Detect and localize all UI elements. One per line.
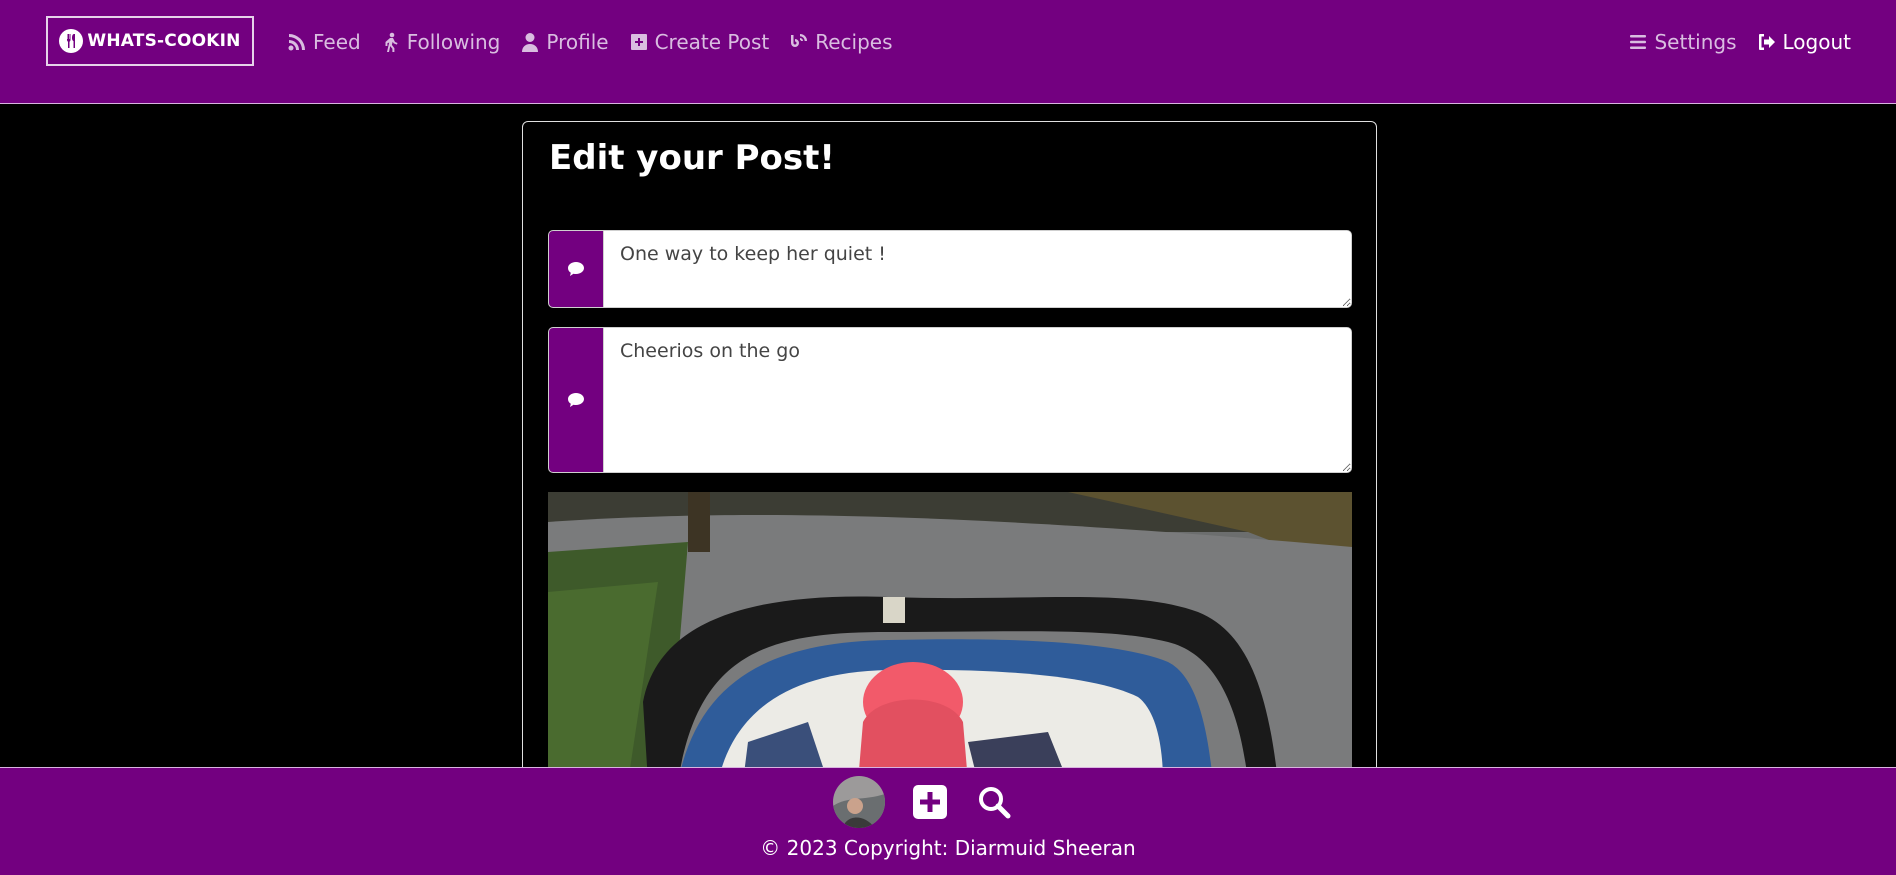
plus-square-icon: [913, 785, 947, 819]
plus-square-icon: [630, 34, 647, 50]
nav-settings-label: Settings: [1654, 30, 1737, 54]
post-body-group: [548, 327, 1352, 473]
post-body-input[interactable]: [604, 328, 1351, 472]
nav-recipes-label: Recipes: [815, 30, 893, 54]
post-title-input[interactable]: [604, 231, 1351, 307]
nav-create-post[interactable]: Create Post: [629, 30, 770, 54]
add-post-button[interactable]: [911, 783, 949, 821]
comment-icon: [568, 262, 584, 276]
walking-icon: [385, 32, 398, 52]
nav-right-group: Settings Logout: [1628, 30, 1851, 54]
edit-post-card: Edit your Post!: [522, 121, 1377, 782]
comment-icon: [568, 393, 584, 407]
nav-following[interactable]: Following: [381, 30, 501, 54]
page-title: Edit your Post!: [549, 138, 835, 178]
page-footer: © 2023 Copyright: Diarmuid Sheeran: [0, 767, 1896, 875]
title-addon: [549, 231, 604, 307]
blog-icon: [791, 34, 808, 47]
search-button[interactable]: [975, 783, 1013, 821]
avatar[interactable]: [833, 776, 885, 828]
footer-actions: [833, 776, 1013, 828]
search-icon: [979, 787, 1011, 819]
post-title-group: [548, 230, 1352, 308]
nav-feed-label: Feed: [313, 30, 361, 54]
nav-profile-label: Profile: [546, 30, 609, 54]
nav-following-label: Following: [406, 30, 501, 54]
nav-recipes[interactable]: Recipes: [789, 30, 893, 54]
brand-logo[interactable]: WHATS-COOKIN: [46, 16, 254, 66]
brand-label: WHATS-COOKIN: [87, 31, 241, 51]
nav-feed[interactable]: Feed: [287, 30, 361, 54]
post-image: [548, 492, 1352, 782]
user-icon: [522, 33, 539, 52]
utensils-logo-icon: [59, 29, 84, 53]
copyright-text: © 2023 Copyright: Diarmuid Sheeran: [760, 836, 1136, 860]
body-addon: [549, 328, 604, 472]
bars-icon: [1630, 35, 1647, 49]
top-navbar: WHATS-COOKIN Feed Following Profile Crea…: [0, 0, 1896, 104]
nav-left-group: Feed Following Profile Create Post Recip…: [287, 30, 893, 54]
nav-create-post-label: Create Post: [654, 30, 770, 54]
avatar-image: [833, 776, 885, 828]
sign-out-icon: [1758, 34, 1775, 50]
nav-profile[interactable]: Profile: [520, 30, 609, 54]
rss-icon: [288, 34, 305, 51]
nav-logout[interactable]: Logout: [1757, 30, 1851, 54]
nav-logout-label: Logout: [1782, 30, 1851, 54]
nav-settings[interactable]: Settings: [1628, 30, 1737, 54]
stroller-photo: [548, 492, 1352, 782]
